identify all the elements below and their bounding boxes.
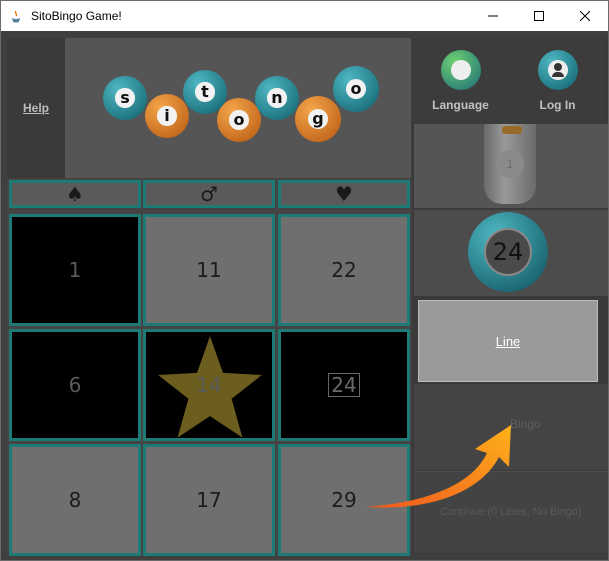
title-bar: SitoBingo Game! — [1, 1, 608, 31]
help-button[interactable]: Help — [7, 38, 65, 178]
column-header-heart: ♥ — [278, 180, 410, 208]
logo-ball: n — [255, 76, 299, 120]
logo-letter: o — [229, 110, 249, 130]
column-header-male: ♂ — [143, 180, 275, 208]
line-button[interactable]: Line — [418, 300, 598, 382]
line-label: Line — [495, 333, 521, 349]
tube-cap — [502, 126, 522, 134]
cell-number: 1 — [68, 258, 82, 282]
column-header-spade: ♠ — [9, 180, 141, 208]
tube-ball: 1 — [496, 150, 524, 178]
logo-ball: o — [217, 98, 261, 142]
cell-number: 6 — [68, 373, 82, 397]
cell-number: 22 — [331, 258, 357, 282]
logo-ball: g — [295, 96, 341, 142]
bingo-cell[interactable]: 8 — [9, 444, 141, 556]
user-icon — [538, 50, 578, 90]
column-symbol: ♠ — [66, 182, 84, 206]
maximize-icon — [534, 11, 544, 21]
logo-letter: t — [195, 82, 215, 102]
cell-number: 14 — [196, 373, 222, 397]
login-button[interactable]: Log In — [510, 38, 605, 124]
help-label: Help — [22, 101, 49, 115]
globe-icon — [441, 50, 481, 90]
cell-number: 8 — [68, 488, 82, 512]
hint-arrow — [365, 425, 511, 508]
minimize-icon — [488, 15, 498, 17]
current-ball: 24 — [468, 212, 548, 292]
close-button[interactable] — [562, 1, 608, 31]
column-symbol: ♂ — [200, 182, 218, 206]
logo-ball: o — [333, 66, 379, 112]
bingo-cell[interactable]: 17 — [143, 444, 275, 556]
logo-letter: o — [345, 78, 367, 100]
logo-letter: i — [157, 106, 177, 126]
game-content: Help s i t o n g o ♠ ♂ ♥ 1 11 22 6 14 24 8 17 29… — [1, 31, 608, 560]
close-icon — [580, 11, 590, 21]
login-label: Log In — [539, 98, 576, 112]
maximize-button[interactable] — [516, 1, 562, 31]
java-icon — [12, 10, 20, 23]
app-window: SitoBingo Game! Help s i t o n g o ♠ ♂ ♥ — [0, 0, 609, 561]
language-label: Language — [432, 98, 489, 112]
logo-ball: i — [145, 94, 189, 138]
logo-ball: s — [103, 76, 147, 120]
bingo-cell[interactable]: 6 — [9, 329, 141, 441]
language-button[interactable]: Language — [413, 38, 508, 124]
bingo-cell[interactable]: 14 — [143, 329, 275, 441]
current-ball-area: 24 — [414, 210, 608, 296]
bingo-cell[interactable]: 22 — [278, 214, 410, 326]
ball-tube: 1 — [414, 124, 608, 208]
logo-letter: g — [307, 108, 329, 130]
bingo-cell[interactable]: 1 — [9, 214, 141, 326]
column-symbol: ♥ — [335, 182, 353, 206]
bingo-cell[interactable]: 11 — [143, 214, 275, 326]
logo-letter: n — [267, 88, 287, 108]
cell-number: 29 — [331, 488, 357, 512]
cell-number: 11 — [196, 258, 222, 282]
current-ball-number: 24 — [484, 228, 532, 276]
cell-number: 24 — [328, 373, 360, 397]
minimize-button[interactable] — [470, 1, 516, 31]
board-panel: Help s i t o n g o ♠ ♂ ♥ 1 11 22 6 14 24 8 17 29 — [7, 38, 411, 556]
window-title: SitoBingo Game! — [31, 9, 122, 23]
cell-number: 17 — [196, 488, 222, 512]
logo-letter: s — [115, 88, 135, 108]
sitobingo-logo: s i t o n g o — [65, 38, 411, 178]
